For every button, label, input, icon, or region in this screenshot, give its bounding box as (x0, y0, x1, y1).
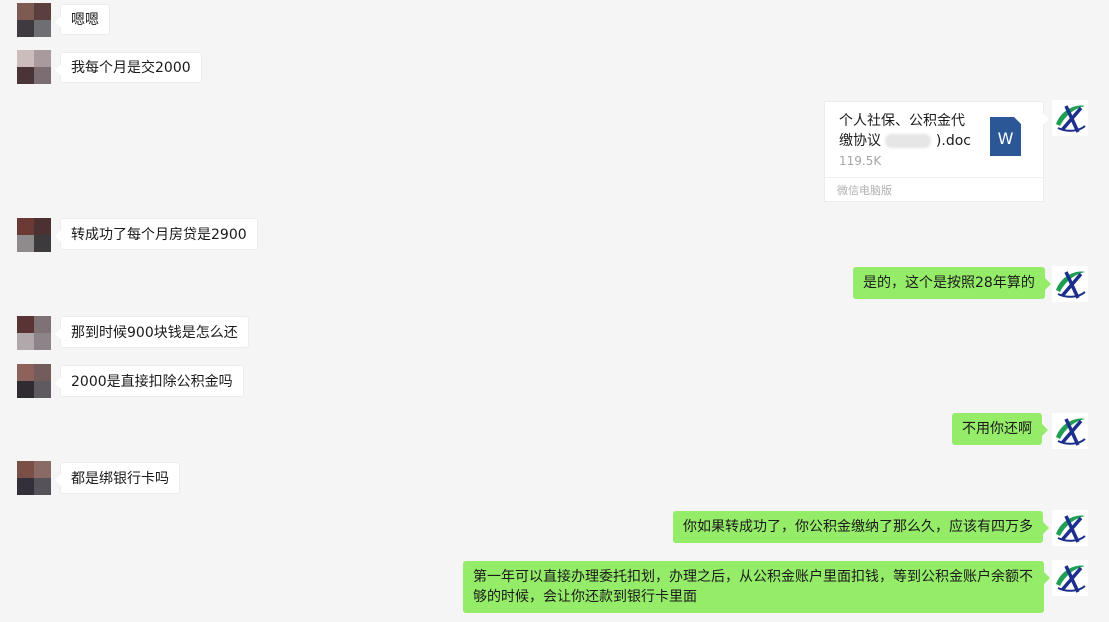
contact-avatar[interactable] (17, 3, 51, 37)
logo-icon (1056, 271, 1086, 299)
my-avatar[interactable] (1052, 100, 1088, 136)
contact-avatar[interactable] (17, 364, 51, 398)
message-text: 是的，这个是按照28年算的 (863, 275, 1035, 291)
file-name-line2: 缴协议 (839, 133, 881, 149)
outgoing-message[interactable]: 不用你还啊 (952, 413, 1048, 445)
file-card-divider (825, 177, 1043, 178)
message-text: 第一年可以直接办理委托扣划，办理之后，从公积金账户里面扣钱，等到公积金账户余额不… (473, 569, 1033, 605)
file-source-label: 微信电脑版 (837, 184, 892, 197)
message-text: 2000是直接扣除公积金吗 (71, 374, 233, 390)
contact-avatar[interactable] (17, 50, 51, 84)
outgoing-message[interactable]: 是的，这个是按照28年算的 (853, 267, 1051, 299)
incoming-message[interactable]: 嗯嗯 (55, 4, 110, 35)
file-name-line1: 个人社保、公积金代 (839, 113, 965, 129)
message-text: 都是绑银行卡吗 (71, 471, 169, 487)
logo-icon (1056, 565, 1086, 593)
message-text: 我每个月是交2000 (71, 60, 191, 76)
incoming-message[interactable]: 转成功了每个月房贷是2900 (55, 218, 258, 250)
file-extension: ).doc (935, 133, 971, 149)
logo-icon (1056, 515, 1086, 543)
message-text: 转成功了每个月房贷是2900 (71, 227, 247, 243)
incoming-message[interactable]: 都是绑银行卡吗 (55, 462, 180, 494)
incoming-message[interactable]: 2000是直接扣除公积金吗 (55, 365, 244, 397)
contact-avatar[interactable] (17, 461, 51, 495)
contact-avatar[interactable] (17, 316, 51, 350)
message-text: 你如果转成功了，你公积金缴纳了那么久，应该有四万多 (683, 519, 1033, 535)
message-text: 不用你还啊 (962, 421, 1032, 437)
chat-message-list[interactable]: 嗯嗯 我每个月是交2000 个人社保、公积金代 缴协议 ).doc 119.5K… (0, 0, 1109, 622)
message-text: 那到时候900块钱是怎么还 (71, 325, 238, 341)
incoming-message[interactable]: 那到时候900块钱是怎么还 (55, 316, 249, 348)
my-avatar[interactable] (1052, 266, 1088, 302)
outgoing-message[interactable]: 第一年可以直接办理委托扣划，办理之后，从公积金账户里面扣钱，等到公积金账户余额不… (463, 561, 1050, 613)
my-avatar[interactable] (1052, 413, 1088, 449)
incoming-message[interactable]: 我每个月是交2000 (55, 52, 202, 83)
logo-icon (1056, 105, 1086, 133)
message-text: 嗯嗯 (71, 12, 99, 28)
blurred-text-redaction (885, 134, 932, 148)
file-name: 个人社保、公积金代 缴协议 ).doc (839, 111, 979, 151)
my-avatar[interactable] (1052, 560, 1088, 596)
word-icon-letter: W (997, 129, 1014, 148)
logo-icon (1056, 418, 1086, 446)
outgoing-message[interactable]: 你如果转成功了，你公积金缴纳了那么久，应该有四万多 (673, 511, 1049, 543)
file-size: 119.5K (839, 154, 882, 168)
contact-avatar[interactable] (17, 218, 51, 252)
my-avatar[interactable] (1052, 510, 1088, 546)
word-document-icon: W (990, 117, 1021, 156)
file-message-card[interactable]: 个人社保、公积金代 缴协议 ).doc 119.5K W 微信电脑版 (824, 101, 1049, 202)
